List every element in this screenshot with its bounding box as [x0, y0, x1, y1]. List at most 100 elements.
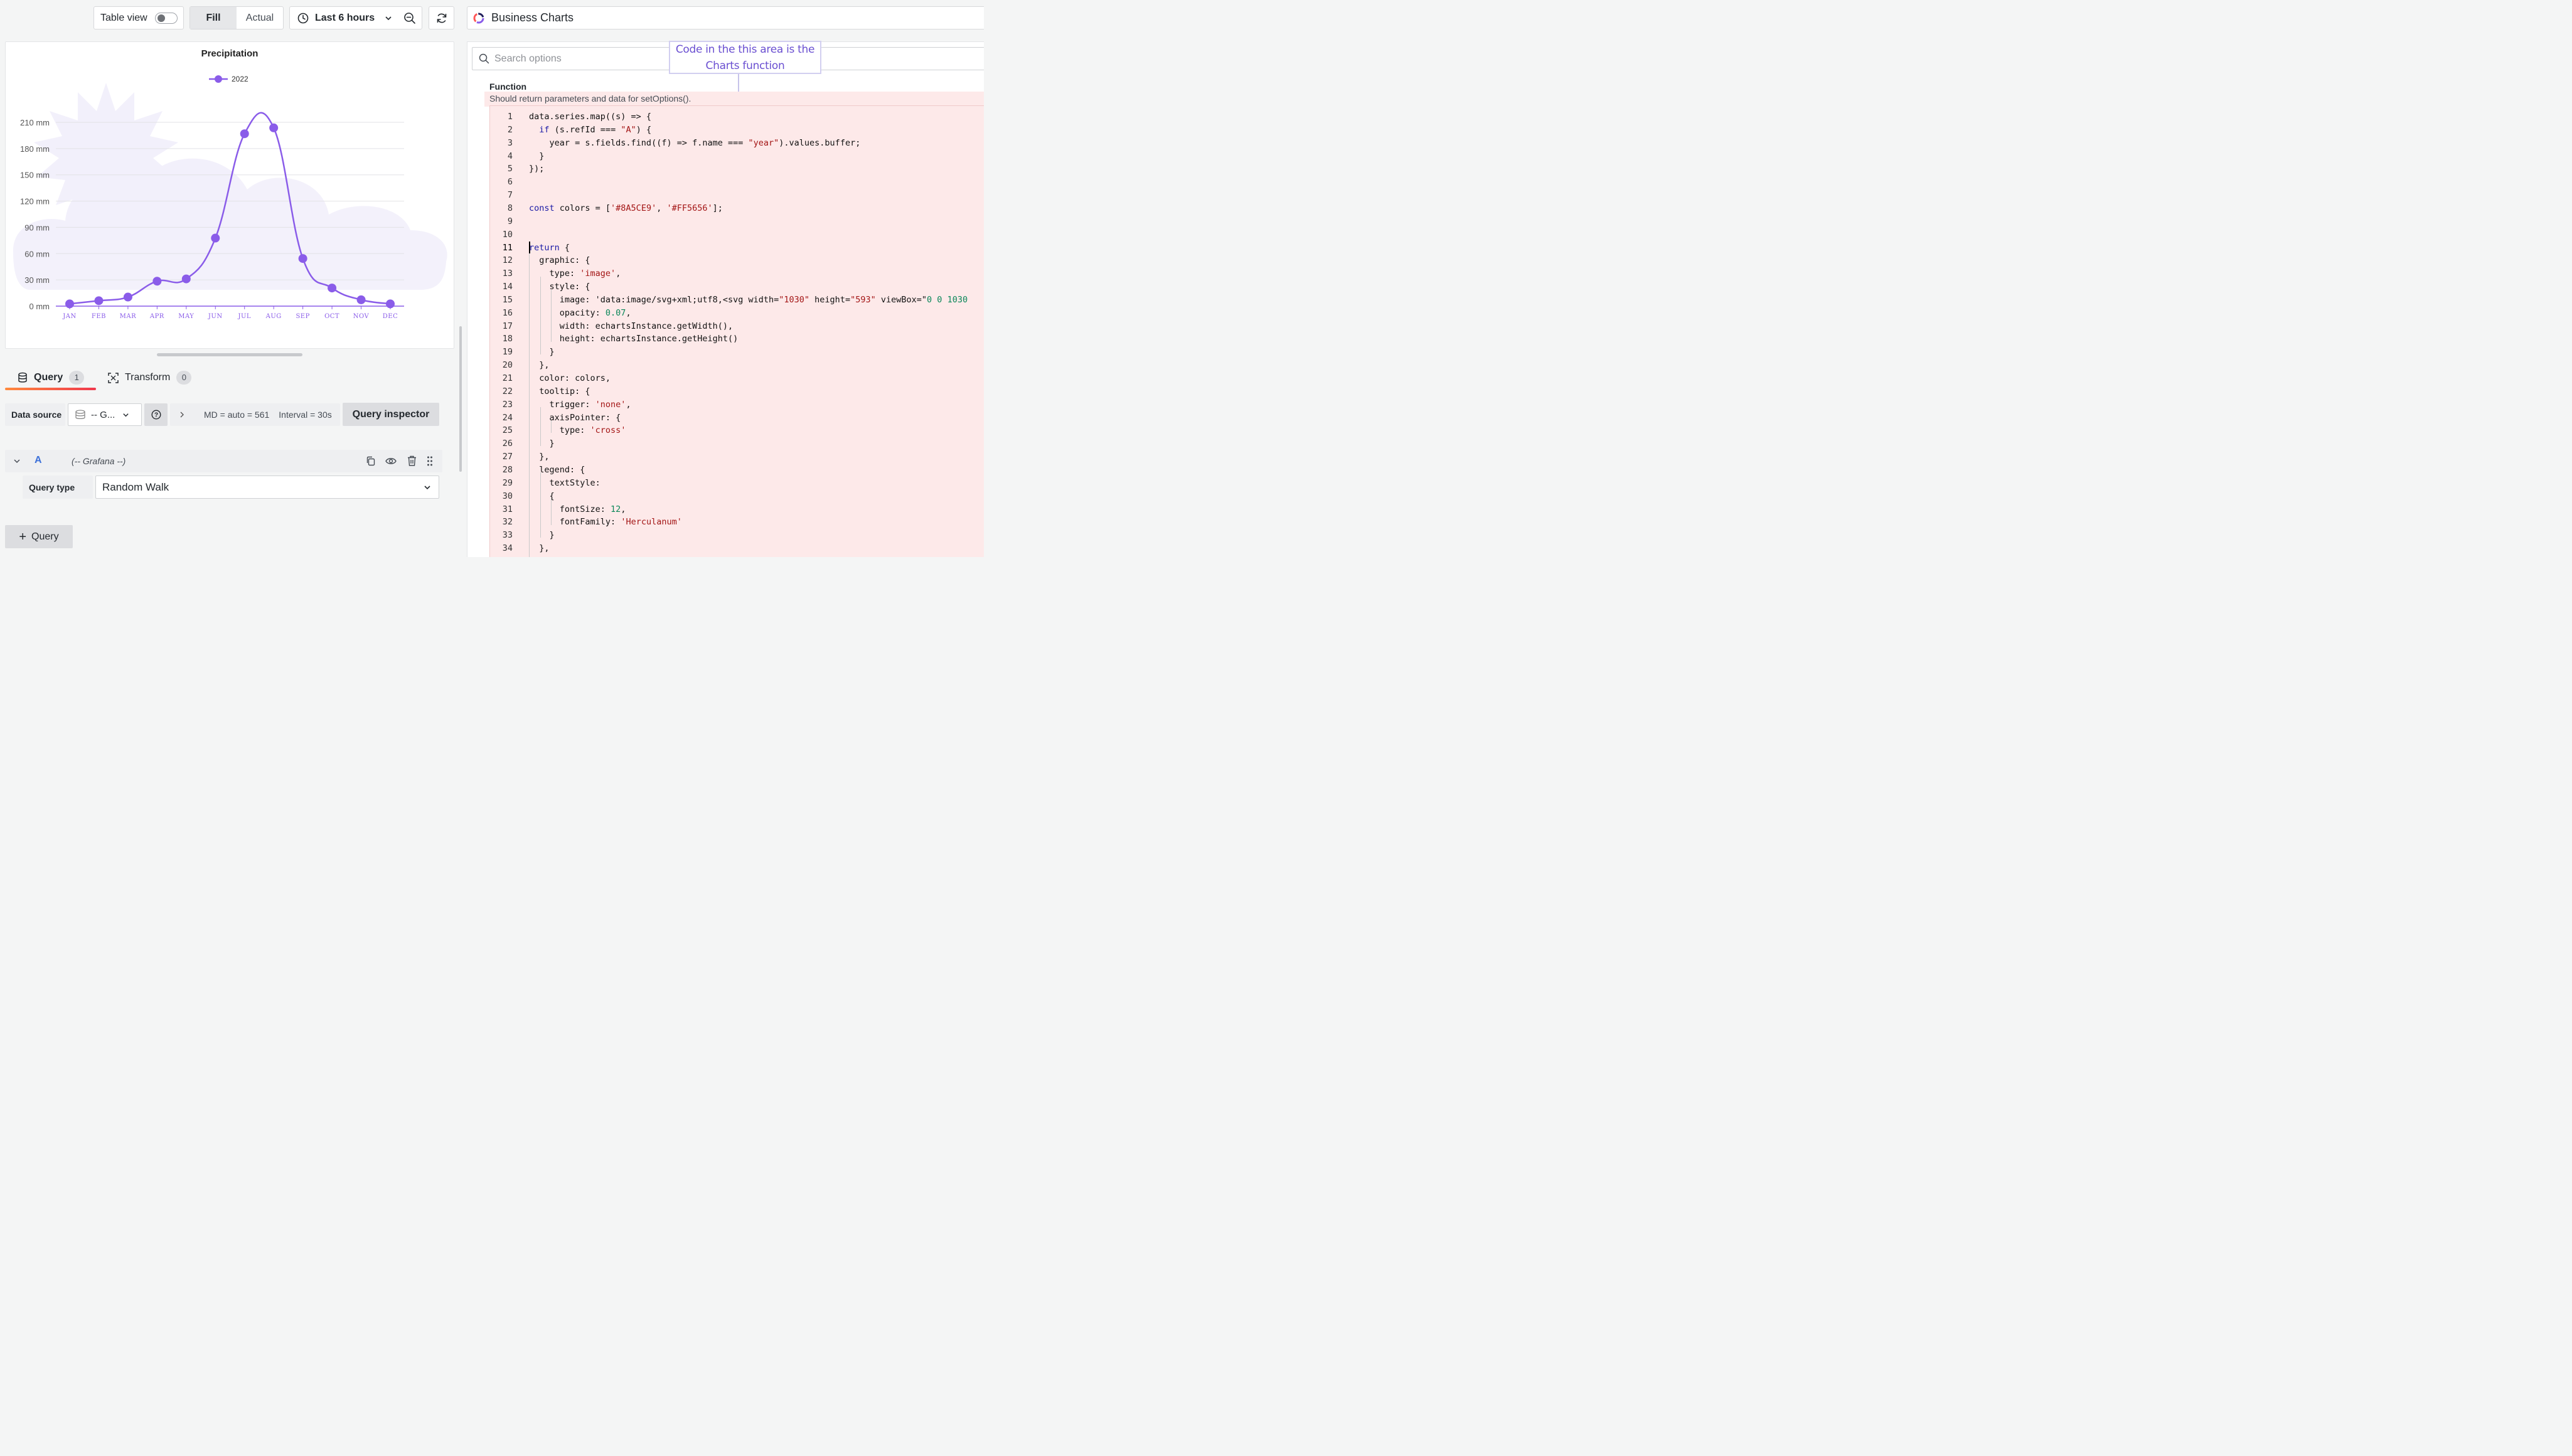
data-point-mar[interactable]: [123, 292, 132, 302]
data-point-feb[interactable]: [94, 296, 104, 306]
zoom-out-icon: [404, 12, 415, 24]
datasource-select[interactable]: -- G...: [68, 403, 142, 426]
toggle-visibility-icon[interactable]: [385, 456, 397, 466]
data-point-oct[interactable]: [328, 284, 337, 293]
code-line: 33 }: [490, 529, 984, 542]
refresh-button[interactable]: [429, 6, 454, 29]
line-content: }: [529, 347, 555, 358]
code-line: 21 color: colors,: [490, 372, 984, 385]
code-line: 30 {: [490, 490, 984, 503]
code-line: 27 },: [490, 450, 984, 464]
query-options-bar[interactable]: MD = auto = 561 Interval = 30s: [170, 403, 340, 426]
database-icon: [18, 372, 27, 383]
add-query-label: Query: [31, 531, 59, 542]
line-content: legend: {: [529, 464, 585, 475]
line-content: const colors = ['#8A5CE9', '#FF5656'];: [529, 203, 723, 213]
line-number: 13: [502, 268, 513, 279]
query-count-badge: 1: [69, 371, 85, 385]
function-label: Function: [489, 82, 527, 92]
data-point-aug[interactable]: [269, 123, 279, 132]
visualization-picker[interactable]: Business Charts: [467, 6, 984, 29]
code-editor[interactable]: 1 data.series.map((s) => {2 if (s.refId =…: [489, 105, 984, 557]
drag-handle-icon[interactable]: [427, 456, 433, 466]
x-tick-label: MAY: [178, 313, 194, 320]
datasource-help-button[interactable]: ?: [144, 403, 168, 426]
data-point-nov[interactable]: [356, 295, 366, 304]
delete-query-icon[interactable]: [407, 455, 417, 466]
code-line: 29 textStyle:: [490, 477, 984, 490]
line-content: width: echartsInstance.getWidth(),: [529, 321, 734, 331]
line-number: 8: [507, 203, 513, 213]
line-number: 27: [502, 452, 513, 462]
data-point-jul[interactable]: [240, 129, 249, 139]
code-line: 16 opacity: 0.07,: [490, 307, 984, 320]
line-number: 18: [502, 334, 513, 344]
vertical-scrollbar[interactable]: [459, 326, 462, 472]
code-line: 3 year = s.fields.find((f) => f.name ===…: [490, 137, 984, 150]
code-line: 8 const colors = ['#8A5CE9', '#FF5656'];: [490, 202, 984, 215]
line-number: 4: [507, 151, 513, 161]
refresh-icon: [437, 13, 446, 23]
y-tick-label: 210 mm: [20, 118, 50, 127]
collapse-chevron-icon[interactable]: [13, 457, 21, 465]
code-line: 13 type: 'image',: [490, 267, 984, 280]
data-point-may[interactable]: [181, 274, 191, 284]
query-inspector-button[interactable]: Query inspector: [343, 403, 439, 426]
data-point-jun[interactable]: [211, 233, 220, 243]
line-number: 32: [502, 517, 513, 528]
line-number: 16: [502, 307, 513, 318]
chevron-down-icon: [424, 486, 430, 490]
y-axis: 0 mm 30 mm 60 mm 90 mm 120 mm 150 mm 180 mm 210…: [20, 118, 50, 311]
line-content: return {: [529, 242, 570, 253]
query-type-select[interactable]: Random Walk: [95, 476, 439, 499]
line-number: 17: [502, 321, 513, 331]
table-view-toggle[interactable]: Table view: [93, 6, 184, 29]
actual-button[interactable]: Actual: [237, 7, 283, 29]
data-point-apr[interactable]: [152, 277, 162, 286]
line-content: style: {: [529, 282, 590, 292]
add-query-button[interactable]: + Query: [5, 525, 73, 548]
tab-transform-label: Transform: [125, 372, 171, 383]
x-tick-label: AUG: [265, 313, 282, 320]
line-content: graphic: {: [529, 255, 590, 266]
line-number: 5: [507, 164, 513, 174]
business-charts-logo-icon: [473, 13, 484, 23]
horizontal-scrollbar[interactable]: [157, 353, 302, 356]
chart-panel: Precipitation 0 mm 30 mm 60 mm 90 mm 120 mm 1…: [5, 41, 454, 349]
x-tick-label: NOV: [353, 313, 370, 320]
line-number: 34: [502, 543, 513, 554]
code-line: 31 fontSize: 12,: [490, 503, 984, 516]
table-view-switch[interactable]: [154, 12, 178, 24]
code-line: 28 legend: {: [490, 464, 984, 477]
data-point-sep[interactable]: [298, 254, 307, 263]
datasource-value: -- G...: [91, 409, 115, 420]
chevron-right-icon: [180, 412, 184, 418]
help-icon: ?: [151, 410, 161, 420]
line-content: tooltip: {: [529, 386, 590, 396]
data-point-jan[interactable]: [65, 299, 74, 309]
code-line: 24 axisPointer: {: [490, 412, 984, 425]
code-line: 18 height: echartsInstance.getHeight(): [490, 332, 984, 346]
line-number: 28: [502, 464, 513, 475]
x-tick-label: FEB: [92, 313, 106, 320]
table-view-label: Table view: [100, 12, 147, 23]
zoom-out-button[interactable]: [397, 6, 422, 29]
active-tab-indicator: [5, 388, 96, 390]
transform-count-badge: 0: [176, 371, 192, 385]
transform-icon: [108, 372, 119, 383]
fill-button[interactable]: Fill: [190, 7, 237, 29]
query-ref-id[interactable]: A: [35, 455, 42, 466]
tab-transform[interactable]: Transform 0: [108, 369, 192, 386]
precipitation-chart: 0 mm 30 mm 60 mm 90 mm 120 mm 150 mm 180 mm 210…: [13, 75, 447, 320]
code-line: 34 },: [490, 542, 984, 555]
data-point-dec[interactable]: [386, 299, 395, 309]
code-line: 4 }: [490, 150, 984, 163]
line-content: },: [529, 360, 550, 371]
line-content: {: [529, 491, 555, 501]
line-number: 22: [502, 386, 513, 396]
tab-query[interactable]: Query 1: [18, 369, 85, 386]
legend-item-2022: 2022: [232, 75, 248, 83]
duplicate-query-icon[interactable]: [366, 456, 376, 466]
code-line: 15 image: 'data:image/svg+xml;utf8,<svg …: [490, 294, 984, 307]
line-content: axisPointer: {: [529, 412, 621, 423]
